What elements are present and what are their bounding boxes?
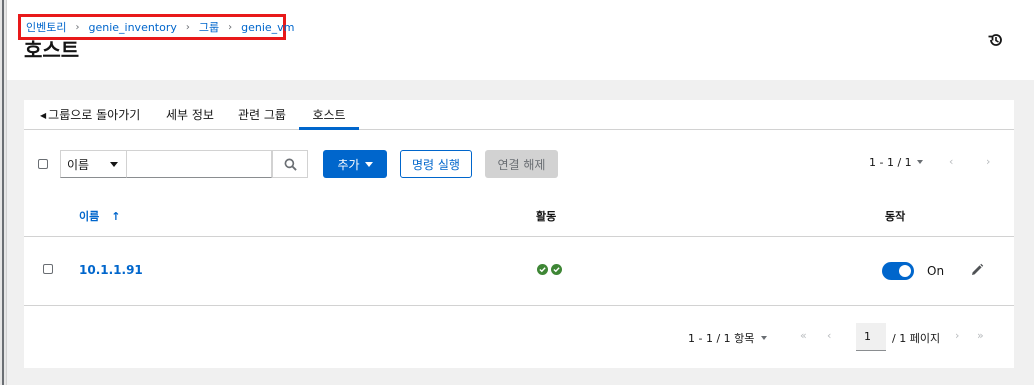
breadcrumb-separator: › <box>75 21 80 33</box>
success-check-icon[interactable] <box>551 264 562 275</box>
top-pagination-label: 1 - 1 / 1 <box>869 156 912 169</box>
tab-hosts[interactable]: 호스트 <box>299 100 359 130</box>
search-field-label: 이름 <box>67 157 90 172</box>
table-divider <box>24 236 1014 237</box>
page-header: 인벤토리 › genie_inventory › 그룹 › genie_vm 호… <box>7 0 1034 80</box>
sort-ascending-icon: ↑ <box>111 210 121 223</box>
caret-down-icon <box>761 336 768 340</box>
add-button-label: 추가 <box>337 157 360 172</box>
select-all-checkbox[interactable] <box>38 159 48 169</box>
page-number-input[interactable]: 1 <box>856 323 886 351</box>
column-header-name[interactable]: 이름 ↑ <box>79 208 120 224</box>
search-input[interactable] <box>127 150 272 178</box>
tab-back-label: 그룹으로 돌아가기 <box>48 108 141 122</box>
tab-details[interactable]: 세부 정보 <box>166 100 214 130</box>
disassociate-button[interactable]: 연결 해제 <box>485 150 558 178</box>
previous-page-icon[interactable]: ‹ <box>949 155 953 168</box>
breadcrumb-separator: › <box>228 21 233 33</box>
breadcrumb-item-inventories[interactable]: 인벤토리 <box>26 19 66 35</box>
next-page-icon[interactable]: › <box>986 155 990 168</box>
search-icon <box>284 158 297 171</box>
breadcrumb-item-group[interactable]: genie_vm <box>241 21 294 34</box>
add-button[interactable]: 추가 <box>323 150 387 178</box>
table-divider <box>24 305 1014 306</box>
first-page-icon[interactable]: « <box>800 329 807 342</box>
history-icon[interactable] <box>987 31 1005 49</box>
tab-bar: ◀ 그룹으로 돌아가기 세부 정보 관련 그룹 호스트 <box>24 100 1014 130</box>
breadcrumb-item-inventory[interactable]: genie_inventory <box>88 21 176 34</box>
caret-down-icon <box>364 161 373 167</box>
page-count-label: / 1 페이지 <box>892 332 941 345</box>
window-left-edge <box>0 0 7 385</box>
column-header-actions: 동작 <box>885 210 906 223</box>
host-enabled-toggle[interactable] <box>882 262 914 280</box>
activity-status <box>537 264 562 275</box>
toggle-label: On <box>927 264 945 278</box>
breadcrumb-item-groups[interactable]: 그룹 <box>199 19 219 35</box>
column-header-name-label: 이름 <box>79 210 100 223</box>
toggle-knob <box>899 265 911 277</box>
next-page-icon[interactable]: › <box>955 329 959 342</box>
run-command-button[interactable]: 명령 실행 <box>400 150 472 178</box>
host-name-link[interactable]: 10.1.1.91 <box>79 263 143 277</box>
hosts-card: ◀ 그룹으로 돌아가기 세부 정보 관련 그룹 호스트 이름 추가 명령 실행 연… <box>24 100 1014 368</box>
column-header-activity: 활동 <box>536 210 557 223</box>
tab-related-groups[interactable]: 관련 그룹 <box>238 100 286 130</box>
breadcrumb-separator: › <box>185 21 190 33</box>
tab-back-to-groups[interactable]: ◀ 그룹으로 돌아가기 <box>40 100 140 130</box>
page-title: 호스트 <box>24 38 80 62</box>
last-page-icon[interactable]: » <box>977 329 984 342</box>
previous-page-icon[interactable]: ‹ <box>827 329 831 342</box>
caret-left-icon: ◀ <box>40 111 47 120</box>
bottom-pagination-label: 1 - 1 / 1 항목 <box>688 332 755 345</box>
search-button[interactable] <box>272 150 308 178</box>
top-pagination-toggle[interactable]: 1 - 1 / 1 <box>869 156 923 169</box>
row-checkbox[interactable] <box>43 264 53 274</box>
search-field-select[interactable]: 이름 <box>60 150 127 178</box>
bottom-pagination-toggle[interactable]: 1 - 1 / 1 항목 <box>688 330 768 346</box>
caret-down-icon <box>916 160 923 164</box>
pencil-icon[interactable] <box>970 263 984 277</box>
success-check-icon[interactable] <box>537 264 548 275</box>
caret-down-icon <box>110 162 118 167</box>
